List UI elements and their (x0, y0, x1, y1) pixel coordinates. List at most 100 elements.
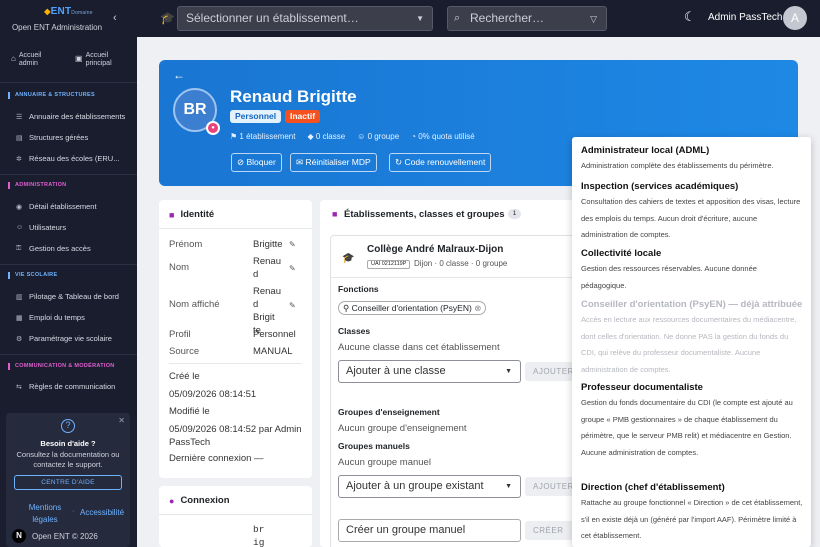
option-adml-title[interactable]: Administrateur local (ADML) (581, 145, 709, 156)
connexion-card: ● Connexion br ig (159, 486, 312, 547)
remove-chip-icon[interactable]: ⊗ (474, 303, 481, 313)
help-icon: ? (61, 419, 75, 433)
created-label: Créé le (169, 371, 200, 382)
back-arrow-icon[interactable]: ← (173, 68, 185, 82)
sidebar-item-edt[interactable]: ▦ Emploi du temps (16, 313, 85, 322)
block-button[interactable]: ⊘ Bloquer (231, 153, 282, 172)
groupes-ens-empty: Aucun groupe d'enseignement (338, 423, 467, 434)
sidebar-item-reseau[interactable]: ✲ Réseau des écoles (ERU... (16, 154, 119, 163)
list-icon: ☰ (16, 113, 23, 121)
edit-pencil-icon[interactable]: ✎ (289, 264, 296, 273)
sidebar-item-regles[interactable]: ⇆ Règles de communication (16, 382, 115, 391)
renewal-code-label: Code renouvellement (404, 157, 486, 167)
school-icon: ■ (332, 209, 338, 219)
user-name[interactable]: Admin PassTech (708, 12, 782, 23)
fonction-chip-label: Conseiller d'orientation (PsyEN) (351, 303, 472, 313)
separator-dot: · (72, 508, 75, 515)
option-inspection-desc: Consultation des cahiers de textes et ap… (581, 197, 801, 239)
sidebar-item-label: Pilotage & Tableau de bord (29, 292, 119, 301)
login-value: br ig (253, 524, 265, 547)
profile-stats: ⚑ 1 établissement ◆ 0 classe ☺ 0 groupe … (230, 132, 475, 141)
value-prenom: Brigitte (253, 239, 283, 250)
connexion-title: Connexion (180, 495, 230, 506)
option-direction-title[interactable]: Direction (chef d'établissement) (581, 482, 725, 493)
block-icon: ⊘ (237, 157, 245, 167)
sidebar-item-parametrage[interactable]: ⚙ Paramétrage vie scolaire (16, 334, 112, 343)
app-subtitle: Open ENT Administration (11, 23, 103, 32)
search-input[interactable]: ⌕ Rechercher… ▽ (447, 6, 607, 31)
groupes-man-empty: Aucun groupe manuel (338, 457, 431, 468)
last-connection-label: Dernière connexion (169, 453, 252, 464)
value-source: MANUAL (253, 346, 293, 357)
stat-groupe: ☺ 0 groupe (357, 132, 400, 141)
mail-icon: ✉ (296, 157, 304, 167)
sidebar-item-structures[interactable]: ▤ Structures gérées (16, 133, 88, 142)
stat-etab: ⚑ 1 établissement (230, 132, 296, 141)
nav-accueil-admin[interactable]: ⌂ Accueil admin (11, 52, 51, 68)
camera-icon[interactable]: ● (206, 121, 220, 135)
section-communication: COMMUNICATION & MODÉRATION (8, 363, 115, 370)
filter-icon[interactable]: ▽ (590, 8, 597, 31)
divider (169, 363, 302, 364)
classes-label: Classes (338, 326, 371, 336)
edit-pencil-icon[interactable]: ✎ (289, 240, 296, 249)
status-badge: Inactif (285, 110, 321, 123)
profile-badge: Personnel (230, 110, 282, 123)
chevron-down-icon: ▼ (416, 14, 424, 23)
collapse-sidebar-icon[interactable]: ‹ (113, 12, 117, 24)
nav-accueil-principal-label: Accueil principal (85, 52, 112, 67)
users-icon: ☺ (16, 224, 24, 231)
nav-accueil-principal[interactable]: ▣ Accueil principal (75, 52, 122, 68)
etab-name[interactable]: Collège André Malraux-Dijon (367, 244, 503, 255)
building-icon: ▤ (16, 134, 23, 142)
block-button-label: Bloquer (246, 157, 276, 167)
accessibilite-link[interactable]: Accessibilité (80, 508, 124, 517)
key-icon: ⚿ (16, 244, 22, 252)
help-center-button[interactable]: CENTRE D'AIDE (14, 475, 122, 490)
renewal-code-button[interactable]: ↻ Code renouvellement (389, 153, 492, 172)
divider (0, 82, 137, 83)
create-group-input[interactable]: Créer un groupe manuel (338, 519, 521, 542)
fonctions-label: Fonctions (338, 284, 379, 294)
option-collectivite-desc: Gestion des ressources réservables. Aucu… (581, 264, 757, 290)
next-logo-icon: N (12, 529, 26, 543)
calendar-icon: ▦ (16, 314, 23, 322)
divider (159, 228, 312, 229)
reset-password-button[interactable]: ✉ Réinitialiser MDP (290, 153, 377, 172)
avatar[interactable]: A (783, 6, 807, 30)
sidebar-item-utilisateurs[interactable]: ☺ Utilisateurs (16, 223, 66, 232)
add-class-select[interactable]: Ajouter à une classe ▼ (338, 360, 521, 383)
modified-value: 05/09/2026 08:14:52 par Admin PassTech (169, 424, 302, 448)
divider (159, 514, 312, 515)
sidebar-item-label: Gestion des accès (29, 244, 91, 253)
option-documentaliste-title[interactable]: Professeur documentaliste (581, 382, 703, 393)
sidebar-item-label: Détail établissement (29, 202, 97, 211)
dark-mode-icon[interactable]: ☾ (684, 9, 696, 25)
close-icon[interactable]: ✕ (118, 416, 125, 425)
dashboard-icon: ▥ (16, 293, 23, 301)
last-connection-value: — (254, 453, 264, 464)
identity-header: ■ Identité (169, 209, 214, 220)
fonction-chip: ⚲ Conseiller d'orientation (PsyEN) ⊗ (338, 301, 487, 315)
etablissement-select[interactable]: Sélectionner un établissement… ▼ (177, 6, 433, 31)
sidebar-item-annuaire[interactable]: ☰ Annuaire des établissements (16, 112, 125, 121)
add-group-select[interactable]: Ajouter à un groupe existant ▼ (338, 475, 521, 498)
info-icon: ◉ (16, 203, 23, 211)
uai-badge: UAI 0212119P (367, 260, 411, 269)
divider (0, 264, 137, 265)
add-class-placeholder: Ajouter à une classe (346, 365, 446, 377)
edit-pencil-icon[interactable]: ✎ (289, 301, 296, 310)
mentions-legales-link[interactable]: Mentions légales (20, 502, 70, 526)
help-title: Besoin d'aide ? (40, 439, 96, 448)
graduation-cap-icon: 🎓 (342, 253, 355, 264)
reset-password-label: Réinitialiser MDP (305, 157, 371, 167)
sidebar-item-label: Règles de communication (29, 382, 116, 391)
sidebar-item-detail-etab[interactable]: ◉ Détail établissement (16, 202, 97, 211)
divider (0, 354, 137, 355)
sidebar-item-acces[interactable]: ⚿ Gestion des accès (16, 244, 91, 253)
option-collectivite-title[interactable]: Collectivité locale (581, 248, 661, 259)
option-inspection-title[interactable]: Inspection (services académiques) (581, 181, 738, 192)
rules-icon: ⇆ (16, 383, 22, 391)
sidebar-item-pilotage[interactable]: ▥ Pilotage & Tableau de bord (16, 292, 119, 301)
etab-title: Établissements, classes et groupes (344, 209, 505, 220)
